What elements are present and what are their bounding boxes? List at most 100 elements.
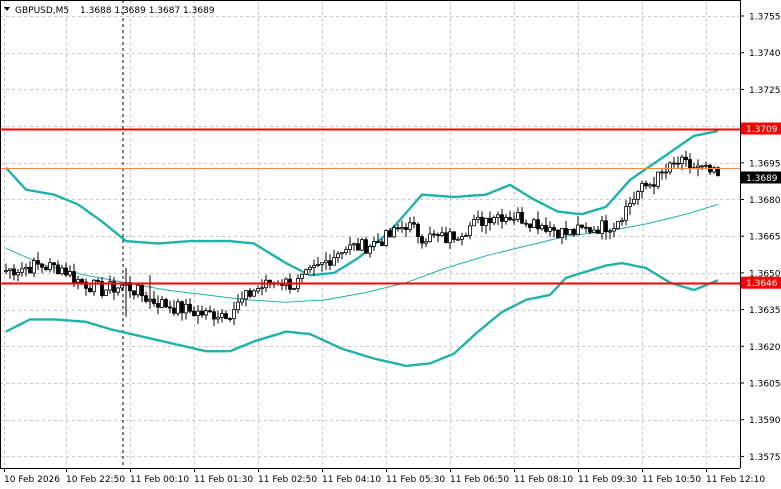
candle[interactable] (504, 214, 508, 225)
candle[interactable] (640, 180, 644, 199)
candle[interactable] (492, 215, 496, 226)
candle[interactable] (428, 226, 432, 243)
candle[interactable] (204, 307, 208, 320)
chart-window[interactable]: 1.37551.37401.37251.37101.36951.36801.36… (0, 0, 781, 489)
candle[interactable] (708, 164, 712, 175)
candle[interactable] (412, 216, 416, 229)
candle[interactable] (396, 224, 400, 232)
candle[interactable] (584, 222, 588, 233)
price-axis[interactable]: 1.37551.37401.37251.37101.36951.36801.36… (740, 13, 781, 463)
candle[interactable] (328, 254, 332, 271)
candle[interactable] (548, 221, 552, 237)
candle[interactable] (716, 166, 720, 177)
candle[interactable] (496, 211, 500, 226)
candle[interactable] (696, 159, 700, 177)
candle[interactable] (184, 299, 188, 320)
candle[interactable] (648, 182, 652, 189)
candle[interactable] (424, 238, 428, 248)
candle[interactable] (596, 225, 600, 234)
candle[interactable] (160, 295, 164, 309)
candle[interactable] (44, 265, 48, 272)
candle[interactable] (180, 300, 184, 321)
candle[interactable] (168, 300, 172, 314)
candle[interactable] (60, 264, 64, 276)
candle[interactable] (652, 176, 656, 195)
candle[interactable] (476, 210, 480, 224)
candle[interactable] (612, 222, 616, 238)
candle[interactable] (560, 227, 564, 245)
candle[interactable] (352, 242, 356, 251)
candle[interactable] (564, 220, 568, 241)
candle[interactable] (144, 291, 148, 304)
candle[interactable] (600, 216, 604, 240)
candle[interactable] (568, 228, 572, 235)
candle[interactable] (28, 261, 32, 274)
candle[interactable] (368, 244, 372, 258)
candle[interactable] (240, 291, 244, 306)
candle[interactable] (344, 246, 348, 256)
candle[interactable] (408, 217, 412, 233)
candle[interactable] (100, 277, 104, 299)
candle[interactable] (400, 220, 404, 233)
candle[interactable] (308, 264, 312, 274)
candle[interactable] (528, 223, 532, 233)
candle[interactable] (324, 252, 328, 270)
candles[interactable] (4, 150, 720, 327)
candle[interactable] (360, 237, 364, 252)
candle[interactable] (632, 191, 636, 206)
candle[interactable] (532, 217, 536, 228)
candle[interactable] (384, 229, 388, 247)
candle[interactable] (140, 283, 144, 302)
candle[interactable] (656, 171, 660, 189)
candle[interactable] (372, 236, 376, 251)
candle[interactable] (20, 262, 24, 277)
candle[interactable] (12, 264, 16, 281)
candle[interactable] (104, 289, 108, 297)
candle[interactable] (712, 165, 716, 174)
candle[interactable] (556, 229, 560, 239)
candle[interactable] (520, 207, 524, 224)
candle[interactable] (436, 232, 440, 243)
candle[interactable] (156, 295, 160, 315)
candle[interactable] (272, 281, 276, 289)
candle[interactable] (244, 289, 248, 307)
candle[interactable] (680, 154, 684, 171)
candle[interactable] (440, 226, 444, 238)
candle[interactable] (164, 297, 168, 308)
candle[interactable] (616, 221, 620, 230)
candle[interactable] (484, 217, 488, 234)
candle[interactable] (188, 298, 192, 314)
candle[interactable] (200, 305, 204, 318)
candle[interactable] (336, 251, 340, 263)
candle[interactable] (460, 232, 464, 246)
candle[interactable] (580, 224, 584, 230)
candle[interactable] (108, 275, 112, 294)
candle[interactable] (228, 317, 232, 322)
candle[interactable] (248, 287, 252, 299)
candle[interactable] (540, 223, 544, 231)
candle[interactable] (480, 211, 484, 233)
candle[interactable] (488, 211, 492, 231)
time-axis[interactable]: 10 Feb 2026 10 Feb 22:50 11 Feb 00:10 11 Fe… (4, 468, 765, 485)
candle[interactable] (316, 256, 320, 267)
candle[interactable] (212, 308, 216, 327)
candle[interactable] (544, 217, 548, 234)
candle[interactable] (32, 257, 36, 277)
candle[interactable] (152, 291, 156, 307)
candle[interactable] (452, 231, 456, 243)
candle[interactable] (224, 310, 228, 320)
candle[interactable] (280, 279, 284, 291)
candle[interactable] (456, 236, 460, 241)
candle[interactable] (508, 210, 512, 222)
candle[interactable] (340, 252, 344, 260)
candle[interactable] (132, 290, 136, 300)
candle[interactable] (660, 169, 664, 180)
candle[interactable] (552, 224, 556, 238)
candle[interactable] (644, 180, 648, 190)
candle[interactable] (464, 232, 468, 238)
candle[interactable] (56, 260, 60, 275)
candle[interactable] (208, 305, 212, 313)
candle[interactable] (16, 269, 20, 282)
candle[interactable] (216, 311, 220, 324)
candle[interactable] (128, 276, 132, 299)
